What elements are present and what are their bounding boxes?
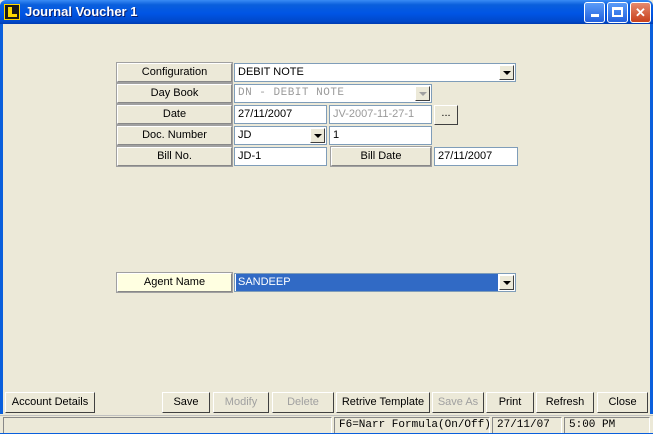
date-field[interactable]: 27/11/2007 xyxy=(234,105,327,124)
doc-number-field[interactable]: 1 xyxy=(329,126,432,145)
window-border-left xyxy=(0,24,3,414)
minimize-button[interactable] xyxy=(584,2,605,23)
app-logo-icon xyxy=(4,4,20,20)
chevron-down-icon[interactable] xyxy=(499,65,514,80)
print-button[interactable]: Print xyxy=(486,392,534,413)
status-formula-hint: F6=Narr Formula(On/Off) xyxy=(334,417,491,434)
window-title: Journal Voucher 1 xyxy=(25,4,138,19)
doc-prefix-select[interactable]: JD xyxy=(234,126,327,145)
close-window-button[interactable]: ✕ xyxy=(630,2,651,23)
date-more-button[interactable]: ... xyxy=(434,105,458,125)
voucher-ref-field: JV-2007-11-27-1 xyxy=(329,105,432,124)
bill-date-field[interactable]: 27/11/2007 xyxy=(434,147,518,166)
refresh-button[interactable]: Refresh xyxy=(536,392,594,413)
close-icon: ✕ xyxy=(635,5,646,20)
bill-no-field[interactable]: JD-1 xyxy=(234,147,327,166)
maximize-button[interactable] xyxy=(607,2,628,23)
agent-name-select[interactable]: SANDEEP xyxy=(234,273,516,292)
bill-date-label: Bill Date xyxy=(330,146,432,167)
bill-no-label: Bill No. xyxy=(116,146,233,167)
retrieve-template-button[interactable]: Retrive Template xyxy=(336,392,430,413)
title-bar[interactable]: Journal Voucher 1 ✕ xyxy=(0,0,653,24)
maximize-icon xyxy=(612,7,623,17)
doc-prefix-value: JD xyxy=(238,129,252,141)
day-book-select: DN - DEBIT NOTE xyxy=(234,84,432,103)
agent-name-value: SANDEEP xyxy=(236,274,498,291)
minimize-icon xyxy=(590,14,599,17)
agent-name-label: Agent Name xyxy=(116,272,233,293)
status-cell-empty xyxy=(3,417,332,434)
status-date: 27/11/07 xyxy=(492,417,562,434)
chevron-down-icon[interactable] xyxy=(499,275,514,290)
configuration-select[interactable]: DEBIT NOTE xyxy=(234,63,516,82)
day-book-label: Day Book xyxy=(116,83,233,104)
status-time: 5:00 PM xyxy=(564,417,650,434)
date-label: Date xyxy=(116,104,233,125)
save-button[interactable]: Save xyxy=(162,392,210,413)
chevron-down-icon xyxy=(415,86,430,101)
save-as-button: Save As xyxy=(432,392,484,413)
configuration-label: Configuration xyxy=(116,62,233,83)
chevron-down-icon[interactable] xyxy=(310,128,325,143)
doc-number-label: Doc. Number xyxy=(116,125,233,146)
account-details-button[interactable]: Account Details xyxy=(5,392,95,413)
close-button[interactable]: Close xyxy=(597,392,648,413)
status-bar: F6=Narr Formula(On/Off) 27/11/07 5:00 PM xyxy=(0,415,653,434)
delete-button: Delete xyxy=(272,392,334,413)
configuration-value: DEBIT NOTE xyxy=(238,66,304,78)
day-book-value: DN - DEBIT NOTE xyxy=(238,87,345,99)
journal-voucher-window: Journal Voucher 1 ✕ Configuration DEBIT … xyxy=(0,0,653,434)
modify-button: Modify xyxy=(213,392,269,413)
